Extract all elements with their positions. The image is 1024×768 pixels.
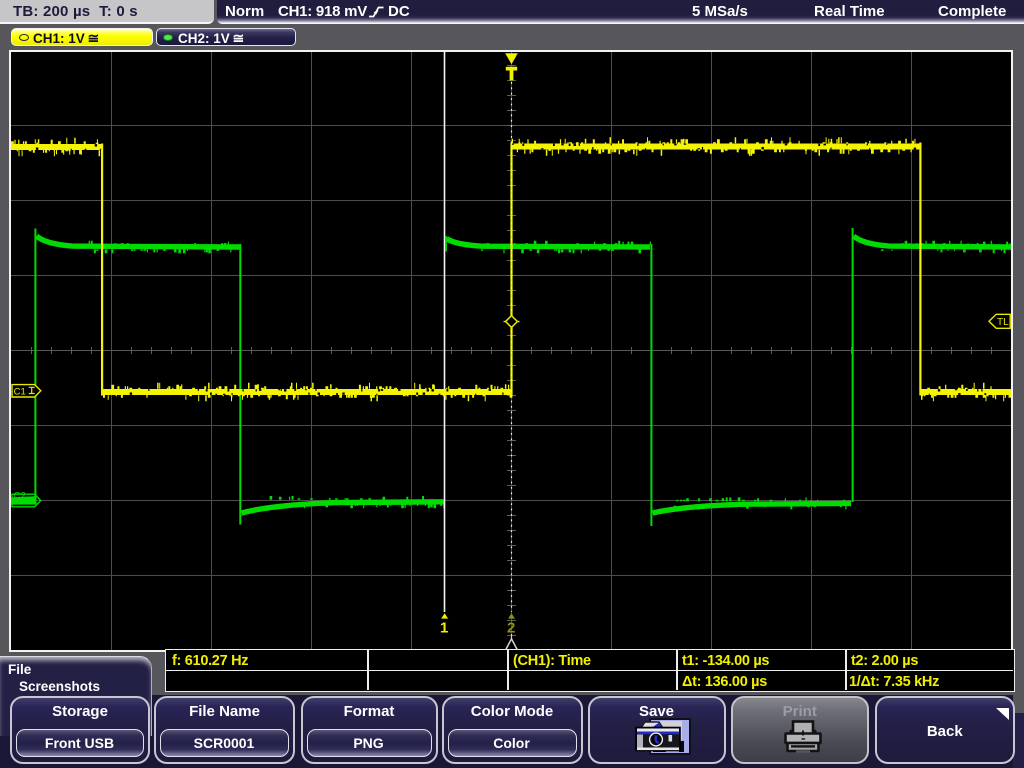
svg-text:C1: C1 xyxy=(14,387,26,398)
svg-text:1: 1 xyxy=(440,620,448,637)
svg-text:TL: TL xyxy=(997,317,1009,328)
